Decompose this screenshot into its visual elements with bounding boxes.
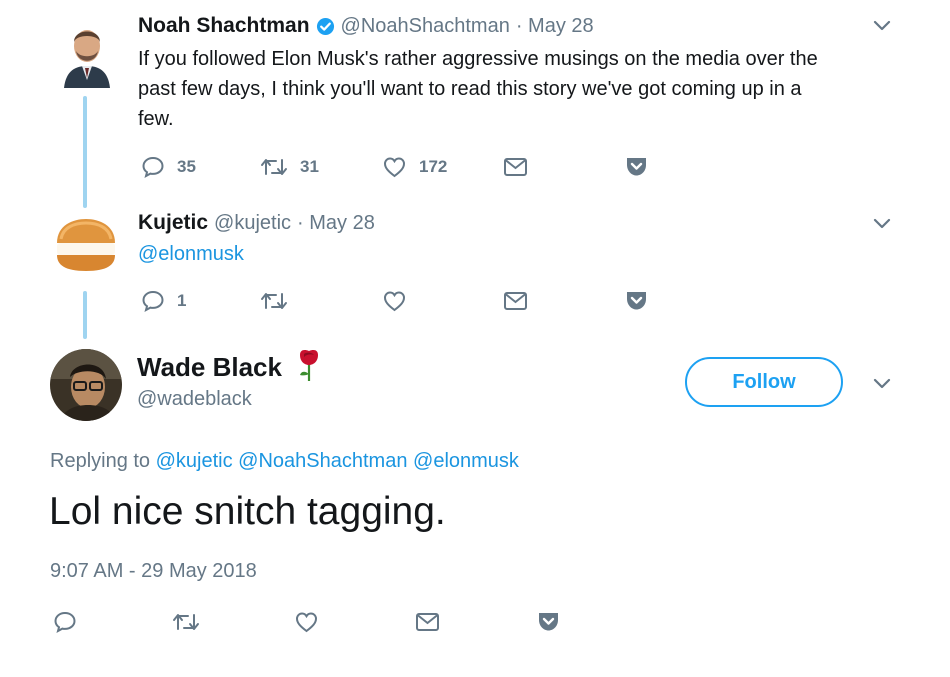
tweet-text: Lol nice snitch tagging. <box>49 490 446 533</box>
tweet-date[interactable]: · May 28 <box>297 212 375 235</box>
heart-icon <box>294 610 319 634</box>
author-handle[interactable]: @wadeblack <box>137 388 252 411</box>
reply-icon <box>141 289 165 313</box>
chevron-down-icon[interactable] <box>873 217 891 235</box>
like-count: 172 <box>419 157 448 176</box>
like-button[interactable] <box>294 610 319 634</box>
reply-button[interactable]: 35 <box>141 155 196 179</box>
avatar-kujetic[interactable] <box>53 215 119 275</box>
chevron-down-icon[interactable] <box>873 19 891 37</box>
heart-icon <box>382 289 407 313</box>
avatar-noah[interactable] <box>58 18 116 88</box>
retweet-icon <box>260 155 288 179</box>
avatar-wade-image <box>50 349 122 421</box>
like-button[interactable] <box>382 289 407 313</box>
heart-icon <box>382 155 407 179</box>
pocket-icon <box>625 156 648 177</box>
pocket-button[interactable] <box>625 290 648 311</box>
tweet-text-line: past few days, I think you'll want to re… <box>138 78 802 100</box>
tweet-header: Wade Black <box>137 349 322 383</box>
retweet-button[interactable] <box>260 289 288 313</box>
thread-line <box>83 291 87 339</box>
pocket-icon <box>625 290 648 311</box>
retweet-button[interactable] <box>172 610 200 634</box>
tweet-text: If you followed Elon Musk's rather aggre… <box>138 44 878 134</box>
reply-button[interactable] <box>53 610 77 634</box>
tweet-header: Kujetic @kujetic · May 28 <box>138 211 375 235</box>
reply-count: 1 <box>177 291 187 310</box>
author-name[interactable]: Wade Black <box>137 352 282 383</box>
retweet-icon <box>260 289 288 313</box>
tweet-timestamp[interactable]: 9:07 AM - 29 May 2018 <box>50 560 257 583</box>
envelope-icon <box>503 290 528 312</box>
like-button[interactable]: 172 <box>382 155 447 179</box>
retweet-count: 31 <box>300 157 319 176</box>
mention-link[interactable]: @elonmusk <box>138 239 244 269</box>
pocket-icon <box>537 611 560 632</box>
tweet-date[interactable]: · May 28 <box>516 15 594 38</box>
author-handle[interactable]: @NoahShachtman <box>341 15 510 38</box>
thread-line <box>83 96 87 208</box>
reply-button[interactable]: 1 <box>141 289 186 313</box>
reply-icon <box>141 155 165 179</box>
follow-button[interactable]: Follow <box>685 357 843 407</box>
tweet-text-line: If you followed Elon Musk's rather aggre… <box>138 48 818 70</box>
reply-count: 35 <box>177 157 196 176</box>
author-name[interactable]: Kujetic <box>138 211 208 235</box>
avatar-noah-image <box>58 18 116 88</box>
tweet-text-line: few. <box>138 108 174 130</box>
replying-prefix: Replying to <box>50 450 151 472</box>
envelope-icon <box>503 156 528 178</box>
verified-badge-icon <box>316 17 335 36</box>
author-name[interactable]: Noah Shachtman <box>138 14 310 38</box>
dm-button[interactable] <box>503 156 528 178</box>
replying-mentions[interactable]: @kujetic @NoahShachtman @elonmusk <box>156 450 519 472</box>
avatar-wade[interactable] <box>50 349 122 421</box>
avatar-kujetic-image <box>53 215 119 275</box>
rose-emoji-icon <box>296 348 322 382</box>
retweet-button[interactable]: 31 <box>260 155 319 179</box>
chevron-down-icon[interactable] <box>873 377 891 395</box>
dm-button[interactable] <box>503 290 528 312</box>
reply-icon <box>53 610 77 634</box>
author-handle[interactable]: @kujetic <box>214 212 291 235</box>
retweet-icon <box>172 610 200 634</box>
pocket-button[interactable] <box>537 611 560 632</box>
tweet-header: Noah Shachtman @NoahShachtman · May 28 <box>138 14 594 38</box>
pocket-button[interactable] <box>625 156 648 177</box>
envelope-icon <box>415 611 440 633</box>
replying-to: Replying to @kujetic @NoahShachtman @elo… <box>50 450 519 473</box>
dm-button[interactable] <box>415 611 440 633</box>
